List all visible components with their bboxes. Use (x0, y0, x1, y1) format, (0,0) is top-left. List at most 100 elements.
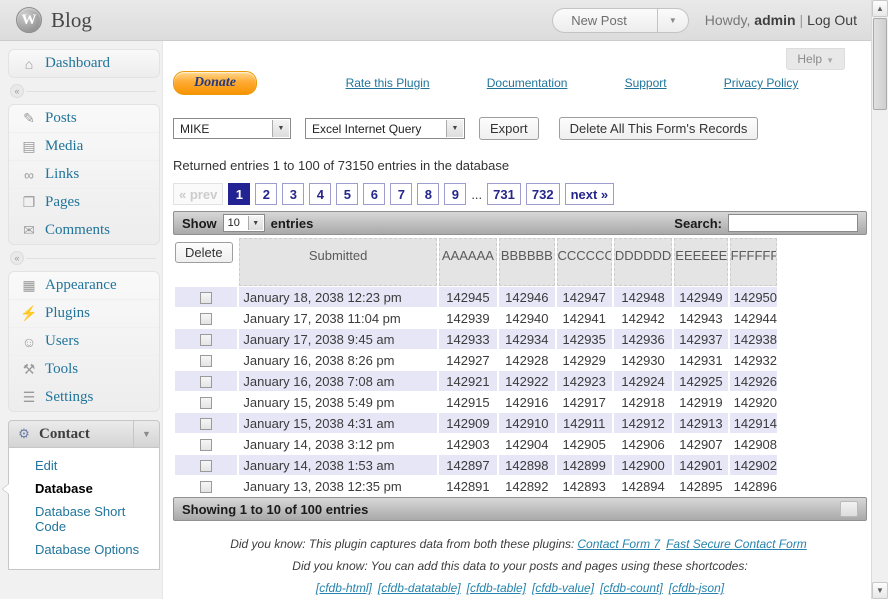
pagination-button[interactable]: « prev (173, 183, 223, 205)
username-link[interactable]: admin (754, 12, 795, 28)
value-cell: 142909 (439, 413, 497, 433)
pagination-button[interactable]: 6 (363, 183, 385, 205)
dropdown-arrow-icon: ▼ (446, 120, 463, 137)
sidebar-item[interactable]: ✉ Comments (9, 217, 159, 244)
sidebar-item[interactable]: ✎ Posts (9, 105, 159, 133)
value-cell: 142895 (674, 476, 727, 496)
window-scrollbar[interactable]: ▲ ▼ (871, 0, 888, 599)
pagination-button[interactable]: 731 (487, 183, 521, 205)
export-button[interactable]: Export (479, 117, 539, 140)
sidebar-item[interactable]: ☺ Users (9, 328, 159, 356)
value-cell: 142944 (730, 308, 777, 328)
search-input[interactable] (728, 214, 858, 232)
scrollbar-down-arrow-icon[interactable]: ▼ (872, 582, 888, 599)
pagination-button[interactable]: 7 (390, 183, 412, 205)
row-checkbox[interactable] (200, 460, 212, 472)
value-cell: 142947 (557, 287, 612, 307)
value-cell: 142907 (674, 434, 727, 454)
value-cell: 142918 (614, 392, 672, 412)
pagination-button[interactable]: 732 (526, 183, 560, 205)
checkbox-cell (175, 455, 237, 475)
row-checkbox[interactable] (200, 355, 212, 367)
shortcode-link[interactable]: [cfdb-value] (532, 581, 594, 595)
sidebar-item-contact[interactable]: ⚙ Contact ▼ (8, 420, 160, 448)
pagination-button[interactable]: 9 (444, 183, 466, 205)
collapse-arrow-icon[interactable]: « (10, 84, 24, 98)
pushpin-icon: ✎ (19, 110, 39, 127)
value-cell: 142897 (439, 455, 497, 475)
sidebar-item[interactable]: ☰ Settings (9, 384, 159, 411)
value-cell: 142906 (614, 434, 672, 454)
page-size-select[interactable]: 10 ▼ (223, 214, 265, 232)
toolbar-link[interactable]: Documentation (487, 76, 568, 90)
row-checkbox[interactable] (200, 418, 212, 430)
form-select[interactable]: MIKE ▼ (173, 118, 291, 139)
sidebar-item-dashboard[interactable]: ⌂ Dashboard (9, 50, 159, 77)
toolbar-link[interactable]: Support (625, 76, 667, 90)
value-cell: 142903 (439, 434, 497, 454)
submitted-cell: January 17, 2038 11:04 pm (239, 308, 436, 328)
camera-icon: ▤ (19, 138, 39, 155)
scrollbar-up-arrow-icon[interactable]: ▲ (872, 0, 888, 17)
help-button[interactable]: Help▼ (786, 48, 845, 70)
delete-all-records-button[interactable]: Delete All This Form's Records (559, 117, 759, 140)
pagination-button[interactable]: 8 (417, 183, 439, 205)
shortcode-link[interactable]: [cfdb-count] (600, 581, 663, 595)
row-checkbox[interactable] (200, 481, 212, 493)
value-cell: 142893 (557, 476, 612, 496)
row-checkbox[interactable] (200, 313, 212, 325)
sidebar-item[interactable]: ∞ Links (9, 161, 159, 189)
chevron-down-icon[interactable]: ▼ (133, 421, 159, 447)
row-checkbox[interactable] (200, 292, 212, 304)
pagination-button[interactable]: 3 (282, 183, 304, 205)
contact-submenu-item[interactable]: Edit (9, 454, 159, 477)
column-header-submitted: Submitted (239, 238, 436, 286)
sidebar-item[interactable]: ⚒ Tools (9, 356, 159, 384)
shortcode-link[interactable]: [cfdb-json] (669, 581, 724, 595)
collapse-arrow-icon[interactable]: « (10, 251, 24, 265)
pagination-button[interactable]: 2 (255, 183, 277, 205)
table-row: January 17, 2038 9:45 am 142933 142934 1… (175, 329, 777, 349)
toolbar-link[interactable]: Privacy Policy (724, 76, 799, 90)
sidebar-item[interactable]: ⚡ Plugins (9, 300, 159, 328)
submitted-cell: January 15, 2038 5:49 pm (239, 392, 436, 412)
submitted-cell: January 18, 2038 12:23 pm (239, 287, 436, 307)
pagination-button[interactable]: ... (471, 183, 482, 205)
donate-button[interactable]: Donate (173, 71, 257, 95)
pagination-button[interactable]: next » (565, 183, 615, 205)
sidebar-item[interactable]: ❐ Pages (9, 189, 159, 217)
export-type-select[interactable]: Excel Internet Query ▼ (305, 118, 465, 139)
shortcode-link[interactable]: [cfdb-html] (316, 581, 372, 595)
pagination-button[interactable]: 1 (228, 183, 250, 205)
sidebar-item[interactable]: ▦ Appearance (9, 272, 159, 300)
shortcode-link[interactable]: [cfdb-table] (467, 581, 526, 595)
row-checkbox[interactable] (200, 376, 212, 388)
separator-line (26, 91, 156, 92)
contact-form-7-link[interactable]: Contact Form 7 (577, 537, 660, 551)
sidebar-item[interactable]: ▤ Media (9, 133, 159, 161)
value-cell: 142896 (730, 476, 777, 496)
new-post-button[interactable]: New Post ▼ (552, 8, 689, 33)
submitted-cell: January 13, 2038 12:35 pm (239, 476, 436, 496)
value-cell: 142919 (674, 392, 727, 412)
toolbar-link[interactable]: Rate this Plugin (346, 76, 430, 90)
fast-secure-contact-form-link[interactable]: Fast Secure Contact Form (666, 537, 807, 551)
contact-submenu-item[interactable]: Database Options (9, 538, 159, 561)
delete-button[interactable]: Delete (175, 242, 233, 263)
pagination-button[interactable]: 5 (336, 183, 358, 205)
shortcode-link[interactable]: [cfdb-datatable] (378, 581, 461, 595)
row-checkbox[interactable] (200, 334, 212, 346)
showing-entries-text: Showing 1 to 10 of 100 entries (182, 502, 368, 517)
row-checkbox[interactable] (200, 397, 212, 409)
checkbox-cell (175, 371, 237, 391)
chevron-down-icon[interactable]: ▼ (657, 9, 688, 32)
scrollbar-thumb[interactable] (873, 18, 887, 110)
value-cell: 142891 (439, 476, 497, 496)
contact-submenu-item[interactable]: Database Short Code (9, 500, 159, 538)
pagination-button[interactable]: 4 (309, 183, 331, 205)
row-checkbox[interactable] (200, 439, 212, 451)
logout-link[interactable]: Log Out (807, 12, 857, 28)
table-row: January 13, 2038 12:35 pm 142891 142892 … (175, 476, 777, 496)
contact-submenu-item[interactable]: Database (9, 477, 159, 500)
scroll-grip[interactable] (840, 501, 858, 517)
